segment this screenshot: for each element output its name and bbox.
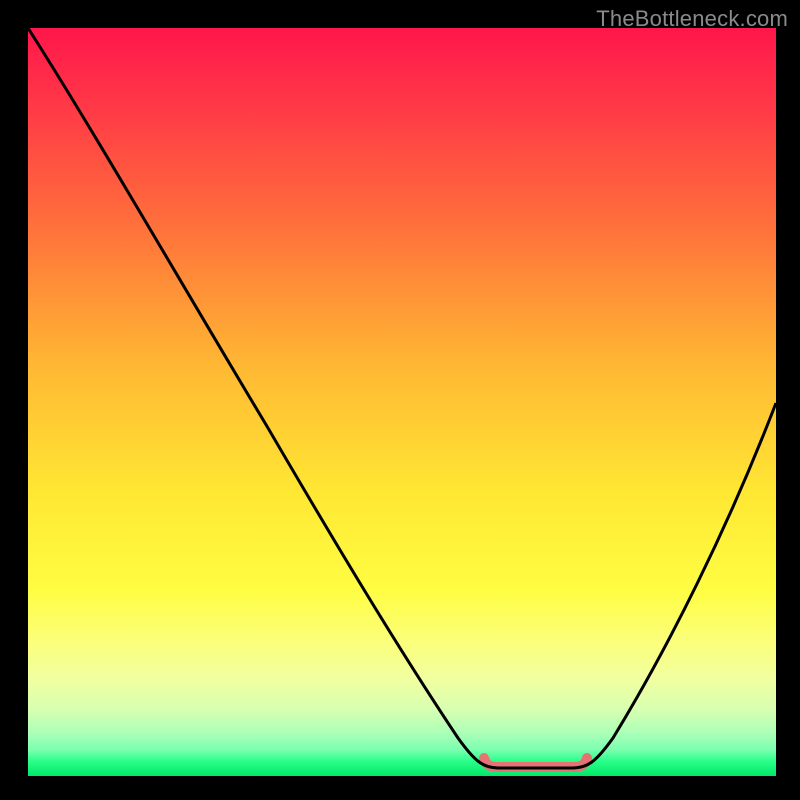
- chart-frame: TheBottleneck.com: [0, 0, 800, 800]
- plot-area: [28, 28, 776, 776]
- curve-svg: [28, 28, 776, 776]
- bottleneck-curve-line: [28, 28, 776, 768]
- valley-marker: [484, 758, 587, 767]
